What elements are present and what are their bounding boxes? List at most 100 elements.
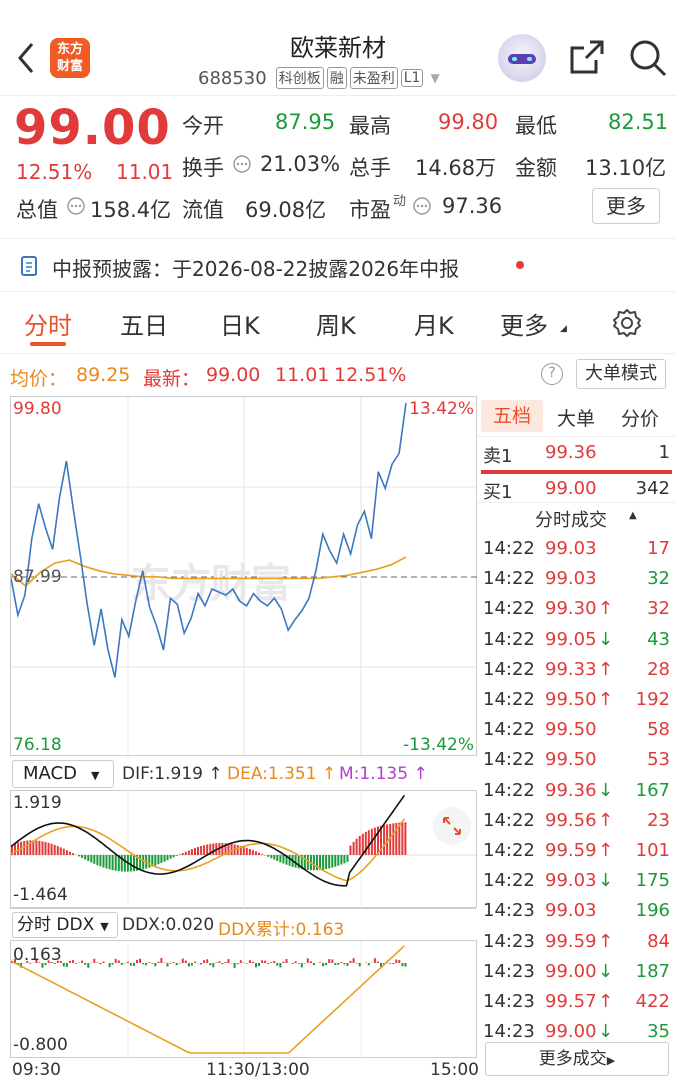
tab-monthly-k[interactable]: 月K — [414, 306, 454, 341]
macd-bar — [175, 855, 178, 856]
trade-row: 14:22 99.05 ↓ 43 — [477, 625, 676, 655]
help-icon[interactable]: ? — [541, 363, 563, 385]
block-order-mode-button[interactable]: 大单模式 — [576, 359, 666, 389]
turnover-value: 21.03% — [260, 152, 341, 176]
macd-bar — [206, 844, 209, 855]
macd-bar — [65, 850, 68, 855]
ddx-bar — [129, 963, 132, 966]
macd-chart[interactable]: 1.919 -1.464 — [10, 790, 478, 909]
latest-label: 最新： — [143, 368, 201, 390]
trade-price: 99.56 — [545, 809, 597, 831]
macd-bar — [346, 855, 349, 862]
info-icon[interactable] — [412, 196, 432, 216]
trade-time: 14:23 — [483, 991, 535, 1012]
back-icon[interactable] — [14, 40, 38, 76]
macd-bar — [114, 855, 117, 871]
ddx-bar — [267, 963, 270, 964]
trade-row: 14:23 99.57 ↑ 422 — [477, 987, 676, 1017]
info-icon[interactable] — [232, 154, 252, 174]
macd-bar — [270, 855, 273, 859]
ddx-bar — [337, 963, 340, 965]
macd-bar — [62, 848, 65, 855]
macd-bar — [282, 855, 285, 864]
macd-bar — [212, 843, 215, 855]
macd-bar — [41, 841, 44, 855]
macd-bar — [200, 846, 203, 855]
trade-volume: 58 — [647, 719, 670, 741]
tab-weekly-k[interactable]: 周K — [316, 306, 356, 341]
macd-selector[interactable]: MACD ▼ — [12, 760, 114, 788]
expand-button[interactable] — [433, 807, 471, 845]
macd-bar — [169, 855, 172, 859]
info-icon[interactable] — [66, 196, 86, 216]
more-button[interactable]: 更多 — [592, 188, 660, 224]
trade-time: 14:22 — [483, 719, 535, 741]
unread-dot — [516, 261, 524, 269]
ddx-bar — [200, 963, 203, 965]
report-notice[interactable]: 中报预披露：于2026-08-22披露2026年中报 — [0, 238, 676, 292]
ddx-selector[interactable]: 分时 DDX ▼ — [12, 912, 118, 938]
settings-icon[interactable] — [612, 308, 642, 338]
tab-big-order[interactable]: 大单 — [557, 404, 595, 431]
macd-bar — [142, 855, 145, 870]
ddx-bar — [300, 963, 303, 968]
tab-more[interactable]: 更多 — [500, 306, 548, 341]
tab-intraday[interactable]: 分时 — [24, 306, 72, 341]
ddx-bar — [96, 962, 99, 963]
tab-five-level[interactable]: 五档 — [481, 400, 543, 432]
trade-volume: 422 — [635, 991, 670, 1012]
ddx-bar — [276, 963, 279, 966]
trade-volume: 35 — [647, 1021, 670, 1043]
trade-time: 14:22 — [483, 538, 535, 559]
ddx-bar — [355, 963, 358, 964]
macd-bar — [236, 845, 239, 855]
trade-time: 14:23 — [483, 1021, 535, 1043]
search-icon[interactable] — [628, 38, 668, 78]
macd-bar — [194, 848, 196, 855]
ddx-bar — [84, 963, 87, 965]
macd-bar — [53, 844, 56, 855]
assistant-avatar-icon[interactable] — [498, 34, 546, 82]
macd-bar — [133, 855, 135, 872]
ddx-bar — [184, 960, 187, 963]
trade-row: 14:22 99.30 ↑ 32 — [477, 594, 676, 624]
ddx-bar — [346, 963, 349, 966]
trade-price: 99.57 — [545, 991, 597, 1012]
ddx-y-top: 0.163 — [13, 945, 62, 965]
trade-price: 99.33 — [545, 658, 597, 680]
ddx-bar — [93, 958, 96, 963]
pct-axis-top-label: 13.42% — [409, 399, 474, 419]
macd-bar — [303, 855, 306, 870]
macd-header: MACD ▼ DIF:1.919 ↑ DEA:1.351 ↑ M:1.135 ↑ — [10, 758, 676, 790]
tab-five-day[interactable]: 五日 — [120, 306, 168, 341]
ddx-bar — [160, 958, 163, 963]
trade-row: 14:22 99.33 ↑ 28 — [477, 655, 676, 685]
ddx-chart[interactable]: 0.163 -0.800 — [10, 940, 477, 1059]
notice-text: 中报预披露：于2026-08-22披露2026年中报 — [52, 257, 460, 281]
ddx-bar — [319, 962, 321, 963]
ddx-bar — [392, 963, 395, 965]
more-trades-button[interactable]: 更多成交▶ — [485, 1042, 669, 1076]
macd-bar — [38, 840, 41, 855]
macd-dea: DEA:1.351 ↑ — [227, 764, 337, 784]
macd-bar — [172, 855, 175, 858]
tag-l1: L1 — [400, 69, 424, 87]
ddx-bar — [133, 963, 135, 966]
ddx-bar — [404, 963, 407, 967]
tab-price-dist[interactable]: 分价 — [621, 404, 659, 431]
macd-bar — [102, 855, 105, 868]
share-icon[interactable] — [568, 38, 606, 76]
ddx-bar — [312, 963, 315, 966]
tab-daily-k[interactable]: 日K — [220, 306, 260, 341]
ddx-bar — [343, 963, 346, 965]
ddx-bar — [157, 961, 160, 963]
ddx-bar — [117, 960, 120, 963]
dropdown-icon[interactable]: ▼ — [430, 71, 439, 85]
ddx-bar — [398, 960, 401, 963]
ddx-bar — [178, 963, 181, 964]
trade-price: 99.50 — [545, 719, 597, 741]
intraday-chart[interactable]: 东方财富 99.80 87.99 76.18 13.42% -13.42% — [10, 396, 478, 757]
ddx-bar — [279, 963, 282, 968]
app-logo: 东方 财富 — [50, 38, 90, 78]
collapse-icon[interactable]: ▲ — [629, 510, 637, 521]
